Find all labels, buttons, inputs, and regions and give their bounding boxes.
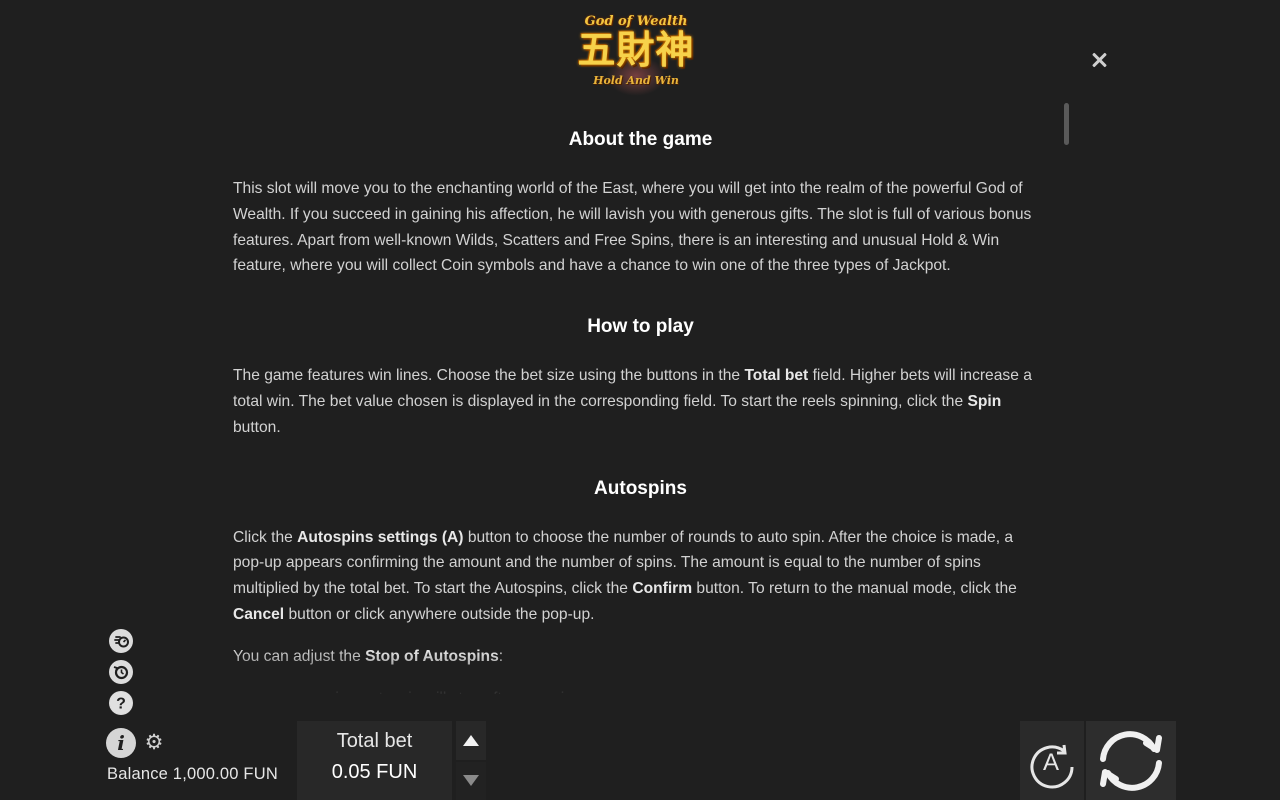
svg-text:?: ? xyxy=(116,696,126,713)
total-bet-field: Total bet 0.05 FUN xyxy=(297,721,452,800)
section-about: About the game This slot will move you t… xyxy=(233,128,1048,279)
stop-options-list: on any win - autospin will stop after yo… xyxy=(255,686,1048,694)
total-bet-value: 0.05 FUN xyxy=(331,761,418,783)
stop-autospins-text: You can adjust the Stop of Autospins: xyxy=(233,647,504,665)
spin-button[interactable] xyxy=(1086,721,1176,800)
turbo-icon[interactable] xyxy=(109,629,133,653)
info-icon[interactable]: i xyxy=(106,728,136,758)
svg-text:A: A xyxy=(1043,749,1059,776)
game-logo: God of Wealth 五財神 Hold And Win xyxy=(558,12,714,100)
section-text-autospins: Click the Autospins settings (A) button … xyxy=(233,528,1017,623)
section-text-how-to-play: The game features win lines. Choose the … xyxy=(233,367,1032,436)
section-text-about: This slot will move you to the enchantin… xyxy=(233,180,1032,275)
balance-display: Balance 1,000.00 FUN xyxy=(107,765,278,783)
section-title-about: About the game xyxy=(568,129,713,150)
total-bet-label: Total bet xyxy=(336,730,413,752)
gear-icon[interactable]: ⚙ xyxy=(143,732,165,754)
list-item: on any win - autospin will stop after yo… xyxy=(255,686,1048,694)
spin-icon xyxy=(1100,731,1162,791)
section-title-how-to-play: How to play xyxy=(587,316,694,338)
section-how-to-play: How to play The game features win lines.… xyxy=(233,315,1048,440)
logo-main-text: 五財神 xyxy=(577,27,695,72)
close-icon[interactable] xyxy=(1087,48,1111,72)
history-icon[interactable] xyxy=(109,660,133,684)
autospins-settings-button[interactable]: A xyxy=(1020,721,1084,800)
rules-content[interactable]: About the game This slot will move you t… xyxy=(233,128,1048,694)
scrollbar-thumb[interactable] xyxy=(1064,103,1069,145)
bet-decrease-button[interactable] xyxy=(456,762,486,800)
section-autospins: Autospins Click the Autospins settings (… xyxy=(233,477,1048,694)
autoplay-icon: A xyxy=(1030,744,1074,789)
help-icon[interactable]: ? xyxy=(109,691,133,715)
bet-increase-button[interactable] xyxy=(456,721,486,760)
section-title-autospins: Autospins xyxy=(594,477,687,499)
logo-bottom-text: Hold And Win xyxy=(593,74,679,87)
